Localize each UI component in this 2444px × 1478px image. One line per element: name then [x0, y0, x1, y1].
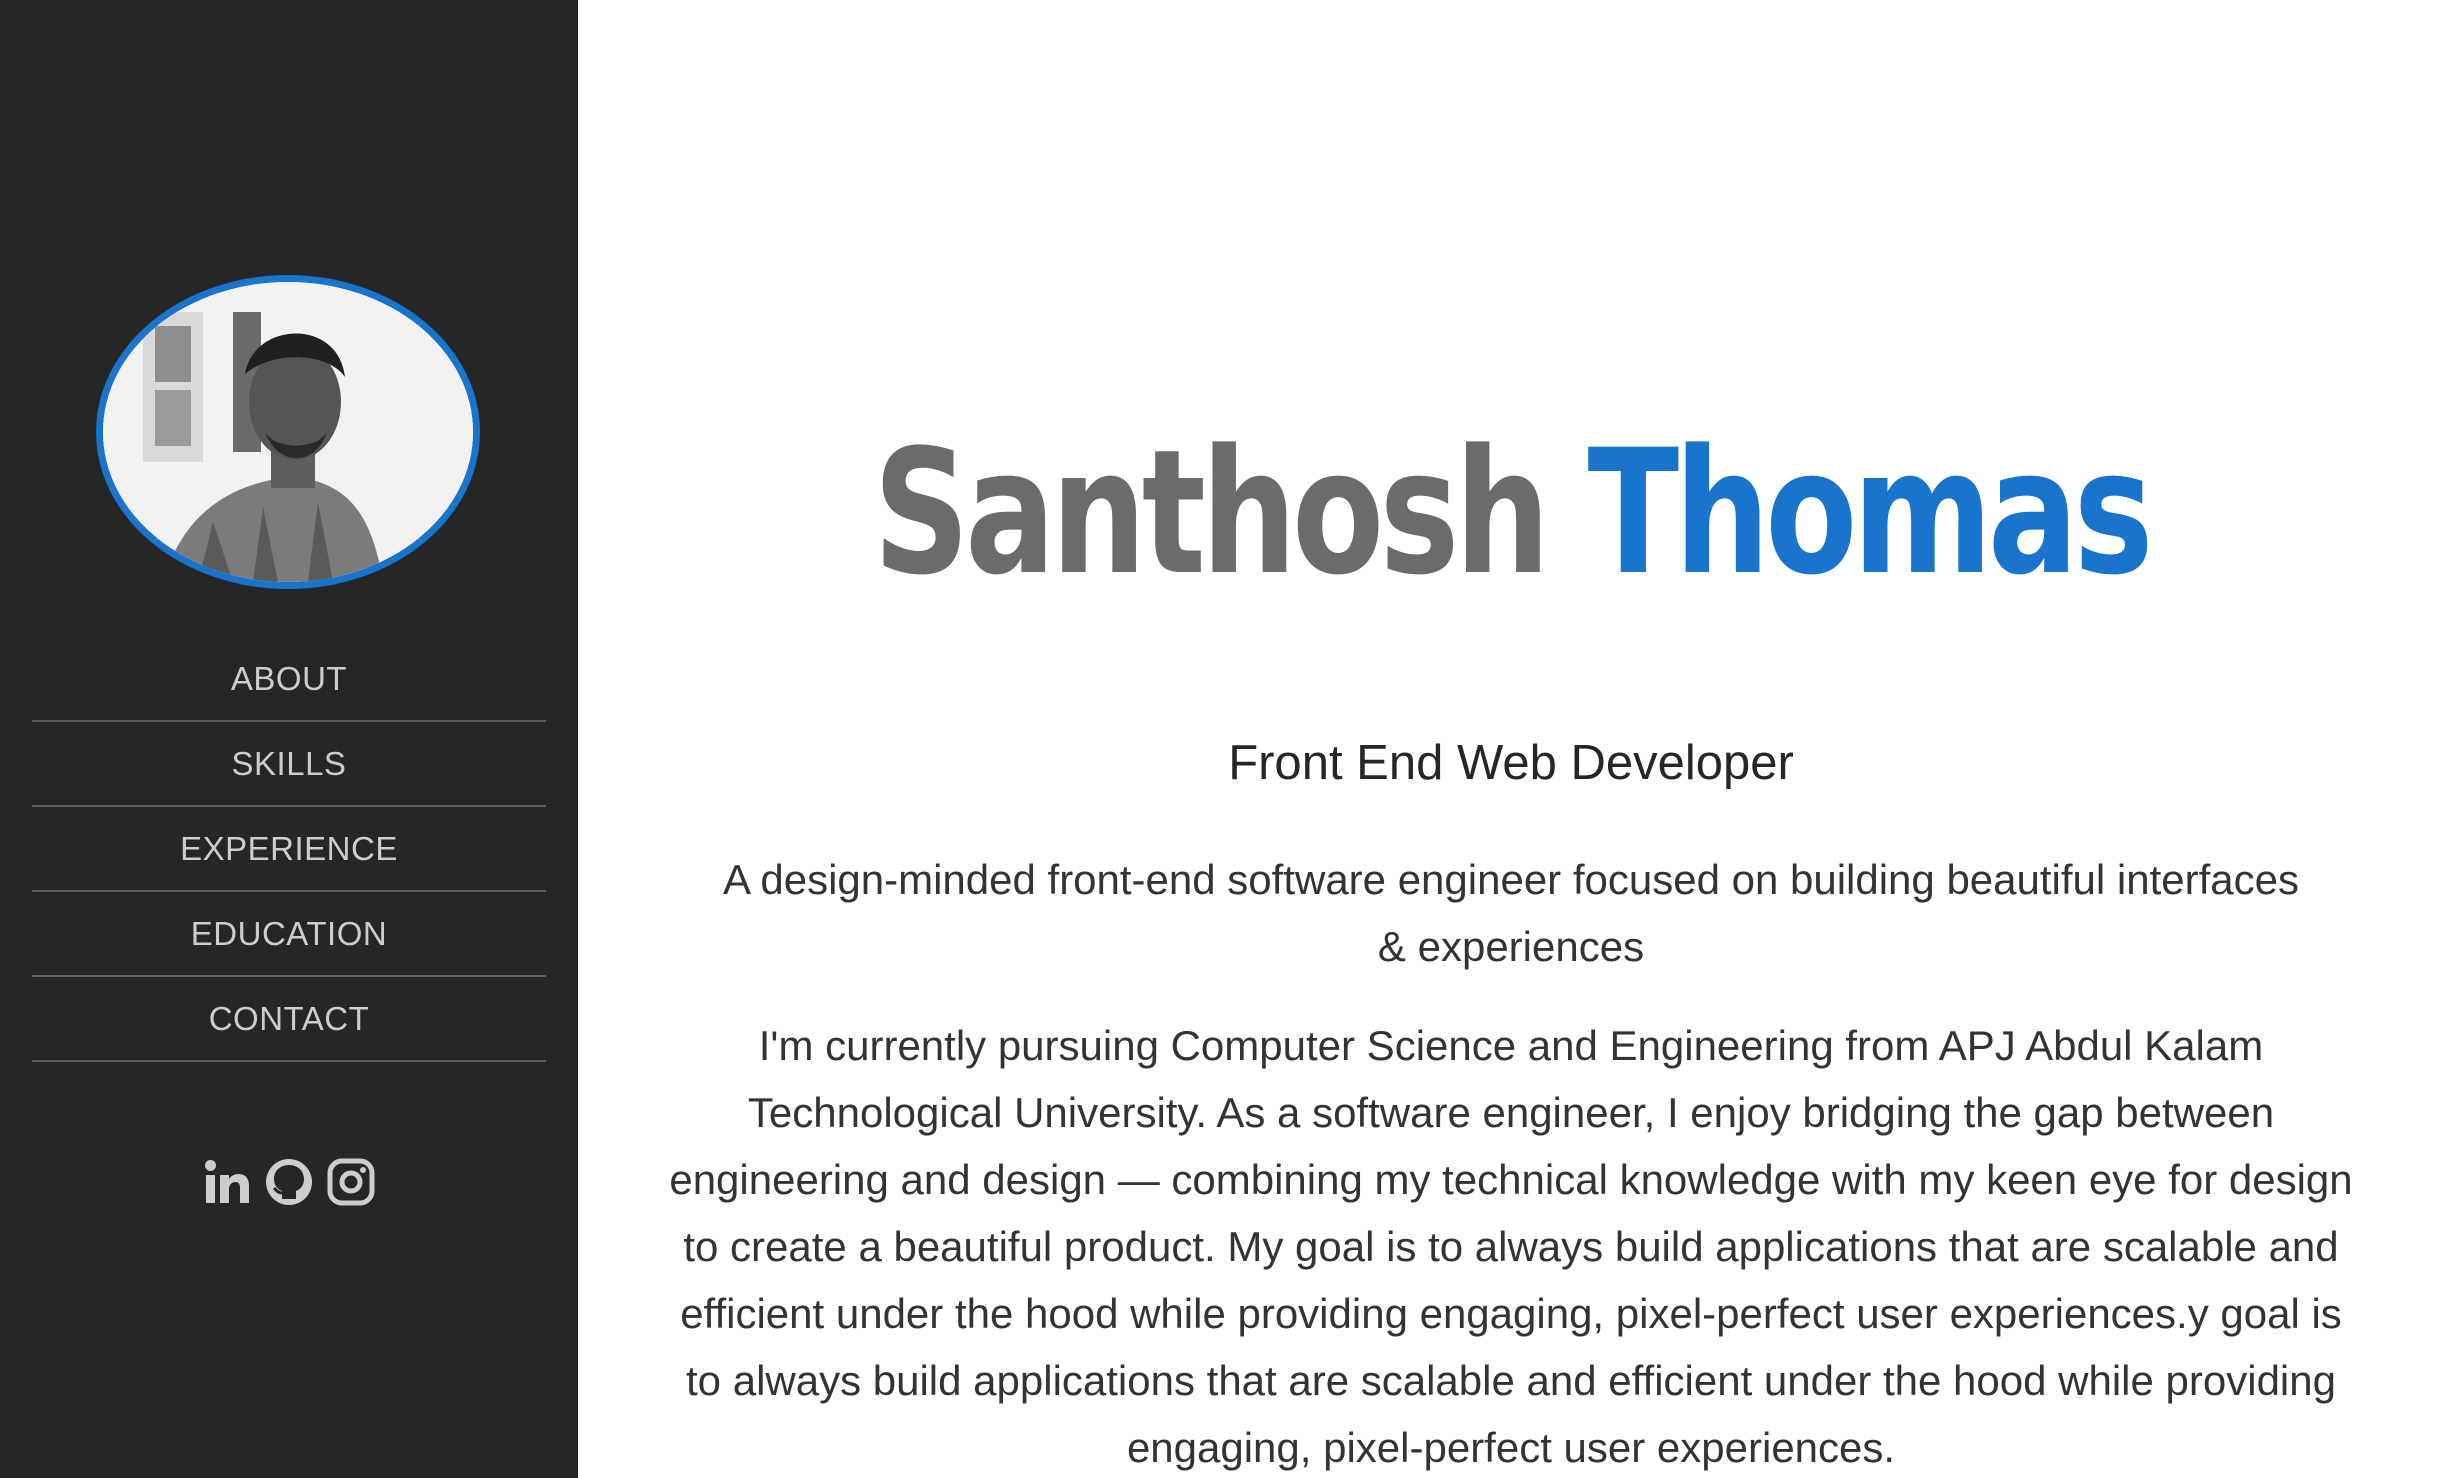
nav-item-about[interactable]: ABOUT: [32, 637, 546, 722]
last-name: Thomas: [1587, 412, 2154, 613]
nav-item-skills[interactable]: SKILLS: [32, 722, 546, 807]
linkedin-icon[interactable]: [203, 1158, 251, 1206]
bio-paragraph: I'm currently pursuing Computer Science …: [669, 1022, 2353, 1471]
instagram-icon[interactable]: [327, 1158, 375, 1206]
page-title: Santhosh Thomas: [783, 410, 2238, 616]
main-content: Santhosh Thomas Front End Web Developer …: [578, 0, 2444, 1478]
first-name: Santhosh: [873, 412, 1550, 613]
avatar: [96, 275, 480, 589]
profile-photo: [103, 282, 473, 582]
sidebar-nav: ABOUT SKILLS EXPERIENCE EDUCATION CONTAC…: [32, 637, 546, 1062]
nav-item-experience[interactable]: EXPERIENCE: [32, 807, 546, 892]
sidebar: ABOUT SKILLS EXPERIENCE EDUCATION CONTAC…: [0, 0, 578, 1478]
tagline: A design-minded front-end software engin…: [722, 856, 2299, 970]
social-links: [0, 1158, 578, 1206]
nav-item-contact[interactable]: CONTACT: [32, 977, 546, 1062]
github-icon[interactable]: [265, 1158, 313, 1206]
nav-item-education[interactable]: EDUCATION: [32, 892, 546, 977]
role-title: Front End Web Developer: [1228, 736, 1794, 790]
